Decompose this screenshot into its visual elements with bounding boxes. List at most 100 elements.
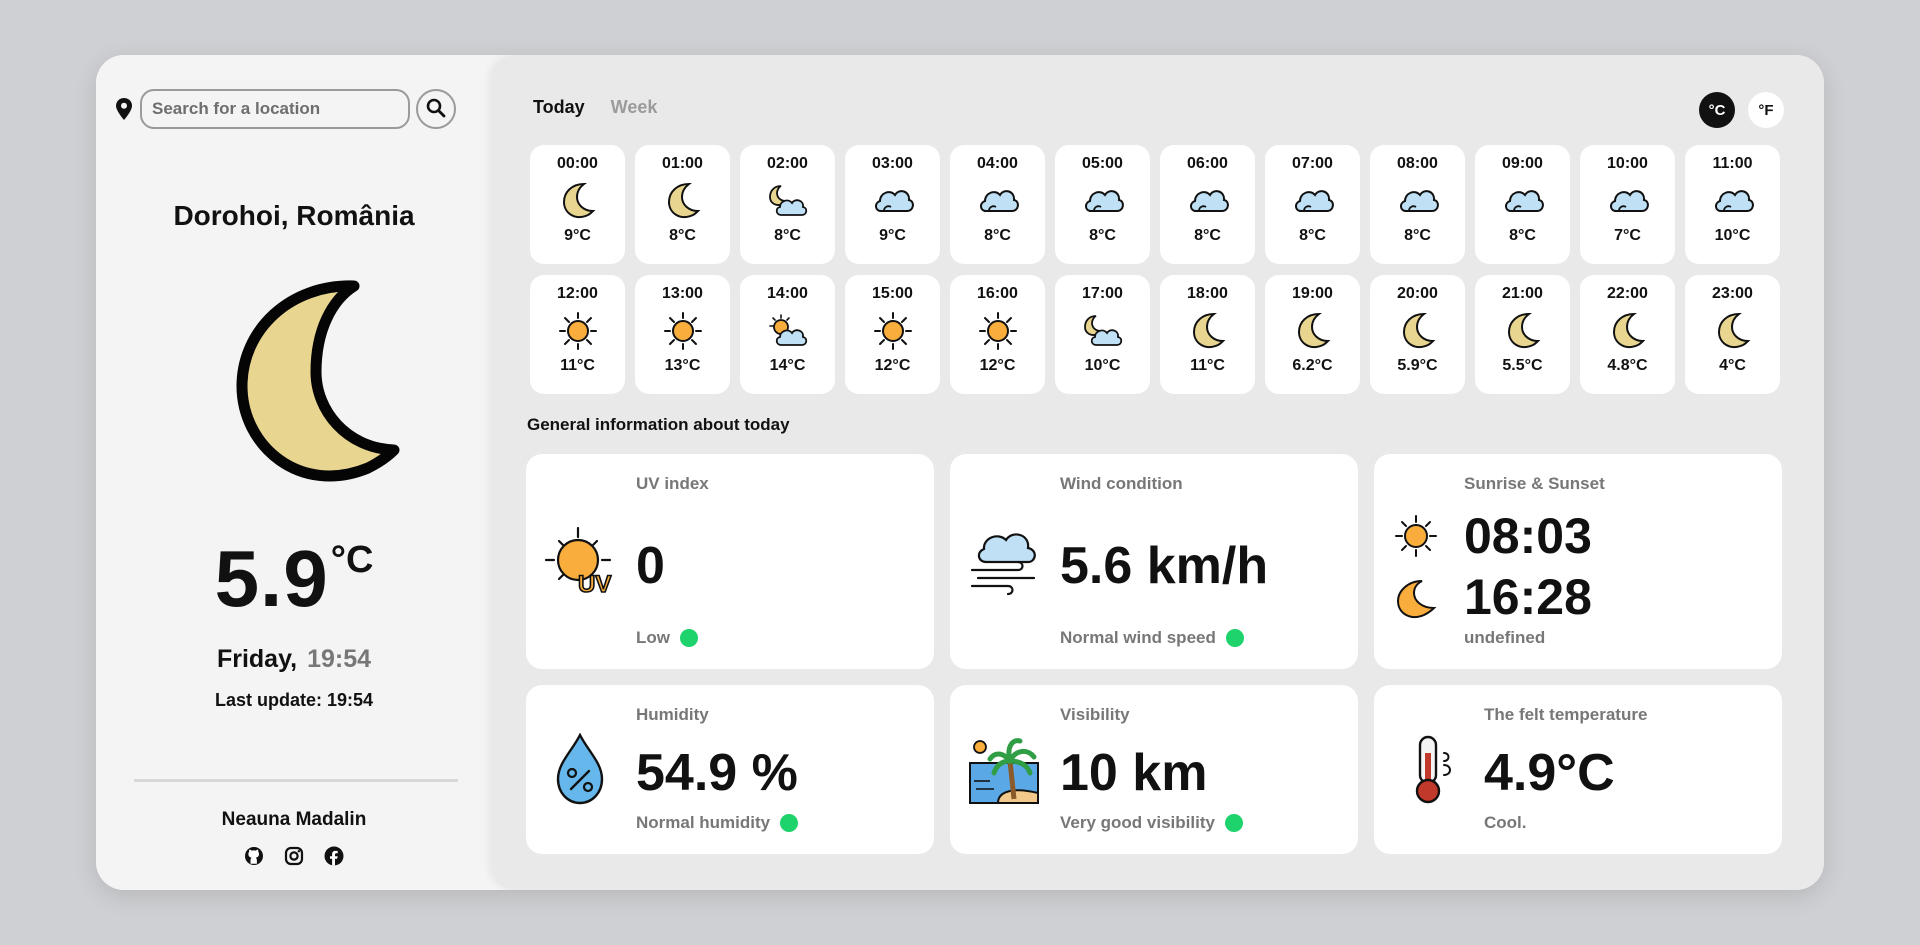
- search-button[interactable]: [416, 89, 456, 129]
- tab-today[interactable]: Today: [533, 97, 585, 118]
- humidity-card: Humidity 54.9 % Normal humidity: [526, 685, 934, 854]
- sunset-time: 16:28: [1464, 569, 1592, 625]
- status-dot: [1225, 629, 1244, 647]
- cloud-icon: [977, 181, 1019, 221]
- hour-card[interactable]: 22:00 4.8°C: [1580, 275, 1675, 394]
- hour-temp: 6.2°C: [1292, 357, 1333, 374]
- hour-card[interactable]: 06:00 8°C: [1160, 145, 1255, 264]
- hour-temp: 14°C: [769, 357, 806, 374]
- moon-icon: [1397, 311, 1439, 351]
- hour-time: 11:00: [1712, 155, 1753, 172]
- sun-icon: [662, 311, 704, 351]
- hour-temp: 10°C: [1084, 357, 1121, 374]
- facebook-icon[interactable]: [324, 845, 345, 866]
- info-cards: UV index UV 0 Low Wind condition 5.6 km/…: [526, 454, 1782, 854]
- hour-card[interactable]: 12:00 11°C: [530, 275, 625, 394]
- tab-week[interactable]: Week: [611, 97, 658, 118]
- location-pin-icon[interactable]: [114, 97, 134, 121]
- hour-card[interactable]: 23:00 4°C: [1685, 275, 1780, 394]
- cloud-icon: [1607, 181, 1649, 221]
- hour-time: 03:00: [872, 155, 913, 172]
- felt-status: Cool.: [1484, 813, 1527, 832]
- hour-card[interactable]: 07:00 8°C: [1265, 145, 1360, 264]
- hour-card[interactable]: 15:00 12°C: [845, 275, 940, 394]
- unit-toggle: °C °F: [1699, 92, 1784, 128]
- hour-card[interactable]: 16:00 12°C: [950, 275, 1045, 394]
- hour-temp: 4.8°C: [1607, 357, 1648, 374]
- cloud-icon: [1397, 181, 1439, 221]
- current-datetime: Friday, 19:54: [96, 645, 492, 674]
- hour-card[interactable]: 13:00 13°C: [635, 275, 730, 394]
- hour-card[interactable]: 14:00 14°C: [740, 275, 835, 394]
- hour-card[interactable]: 20:00 5.9°C: [1370, 275, 1465, 394]
- hour-temp: 8°C: [1509, 227, 1536, 244]
- current-time: 19:54: [307, 645, 372, 673]
- hour-temp: 8°C: [1089, 227, 1116, 244]
- moon-icon: [1187, 311, 1229, 351]
- hour-card[interactable]: 05:00 8°C: [1055, 145, 1150, 264]
- wind-status: Normal wind speed: [1060, 628, 1244, 648]
- visibility-title: Visibility: [1060, 705, 1130, 724]
- sun-status: undefined: [1464, 628, 1546, 647]
- humidity-title: Humidity: [636, 705, 709, 724]
- hour-card[interactable]: 09:00 8°C: [1475, 145, 1570, 264]
- cloud-icon: [1082, 181, 1124, 221]
- hour-temp: 4°C: [1719, 357, 1746, 374]
- celsius-button[interactable]: °C: [1699, 92, 1735, 128]
- hour-card[interactable]: 00:00 9°C: [530, 145, 625, 264]
- sun-icon: [872, 311, 914, 351]
- temperature-unit: °C: [330, 539, 374, 581]
- section-title: General information about today: [527, 415, 790, 434]
- hour-card[interactable]: 04:00 8°C: [950, 145, 1045, 264]
- github-icon[interactable]: [244, 845, 265, 866]
- felt-temperature-card: The felt temperature 4.9°C Cool.: [1374, 685, 1782, 854]
- hour-card[interactable]: 21:00 5.5°C: [1475, 275, 1570, 394]
- hour-temp: 11°C: [1190, 357, 1225, 374]
- humidity-drop-icon: [544, 733, 616, 805]
- status-dot: [780, 814, 799, 832]
- social-links: [96, 845, 492, 866]
- wind-value: 5.6 km/h: [1060, 537, 1269, 595]
- location-name: Dorohoi, România: [173, 200, 415, 231]
- search-bar: [114, 89, 456, 129]
- hour-card[interactable]: 02:00 8°C: [740, 145, 835, 264]
- temperature-value: 5.9: [214, 534, 329, 623]
- status-dot: [1224, 814, 1243, 832]
- felt-title: The felt temperature: [1484, 705, 1648, 724]
- sun-title: Sunrise & Sunset: [1464, 474, 1605, 493]
- hour-card[interactable]: 17:00 10°C: [1055, 275, 1150, 394]
- author-name: Neauna Madalin: [221, 809, 367, 830]
- cloud-icon: [1292, 181, 1334, 221]
- sunrise-time: 08:03: [1464, 508, 1592, 564]
- search-input[interactable]: [140, 89, 410, 129]
- hour-card[interactable]: 03:00 9°C: [845, 145, 940, 264]
- hour-card[interactable]: 10:00 7°C: [1580, 145, 1675, 264]
- instagram-icon[interactable]: [284, 845, 305, 866]
- sun-icon: [557, 311, 599, 351]
- hour-card[interactable]: 19:00 6.2°C: [1265, 275, 1360, 394]
- hour-card[interactable]: 18:00 11°C: [1160, 275, 1255, 394]
- fahrenheit-button[interactable]: °F: [1748, 92, 1784, 128]
- beach-icon: [968, 733, 1040, 805]
- thermometer-icon: [1392, 733, 1464, 805]
- weather-app: Dorohoi, România 5.9°C Friday,19:54 Last…: [96, 55, 1824, 890]
- moon-icon: [662, 181, 704, 221]
- svg-text:UV: UV: [578, 571, 611, 598]
- hour-temp: 10°C: [1714, 227, 1751, 244]
- felt-value: 4.9°C: [1484, 744, 1615, 802]
- current-day: Friday,: [216, 645, 298, 673]
- sun-icons: [1394, 514, 1438, 626]
- hour-card[interactable]: 11:00 10°C: [1685, 145, 1780, 264]
- hour-temp: 12°C: [979, 357, 1016, 374]
- hour-card[interactable]: 08:00 8°C: [1370, 145, 1465, 264]
- hour-time: 16:00: [977, 285, 1018, 302]
- cloud-icon: [1712, 181, 1754, 221]
- visibility-card: Visibility 10 km Very good visibility: [950, 685, 1358, 854]
- hour-time: 12:00: [557, 285, 598, 302]
- hour-time: 06:00: [1187, 155, 1228, 172]
- hour-temp: 8°C: [669, 227, 696, 244]
- hour-temp: 5.9°C: [1397, 357, 1438, 374]
- hour-card[interactable]: 01:00 8°C: [635, 145, 730, 264]
- uv-status-text: Low: [636, 628, 670, 647]
- cloud-icon: [1502, 181, 1544, 221]
